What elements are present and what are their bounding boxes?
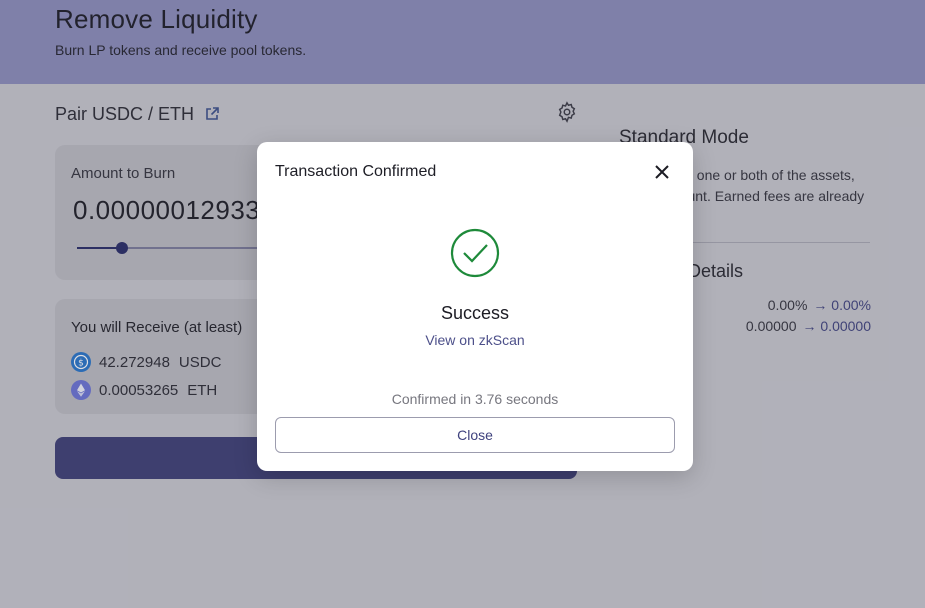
modal-title: Transaction Confirmed: [275, 163, 437, 180]
close-button[interactable]: Close: [275, 417, 675, 453]
close-icon[interactable]: [652, 162, 672, 182]
status-text: Success: [440, 303, 510, 323]
confirmation-time: Confirmed in 3.76 seconds: [391, 391, 559, 407]
success-check-icon: [450, 228, 500, 278]
transaction-confirmed-modal: Transaction Confirmed Success View on zk…: [257, 142, 693, 471]
view-on-zkscan-link[interactable]: View on zkScan: [257, 332, 693, 348]
